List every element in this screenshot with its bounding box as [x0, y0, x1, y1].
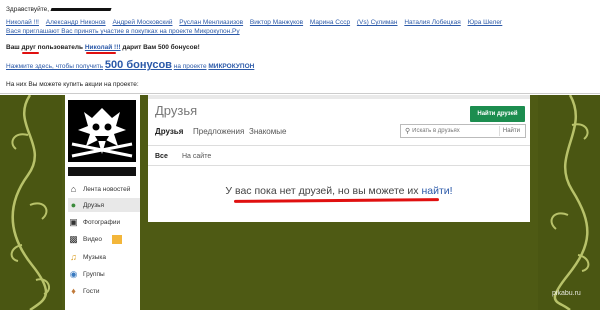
left-sidebar: ⌂ Лента новостей ● Друзья ▣ Фотографии ▩… [65, 95, 140, 310]
friend-link[interactable]: Руслан Менлиазизов [179, 19, 243, 26]
vine-icon [550, 95, 590, 310]
friend-link[interactable]: Андрей Московский [112, 19, 172, 26]
menu-item-music[interactable]: ♫ Музыка [68, 250, 140, 264]
menu-item-label: Фотографии [83, 218, 121, 226]
menu-item-label: Лента новостей [83, 185, 131, 193]
menu-item-feed[interactable]: ⌂ Лента новостей [68, 182, 140, 196]
friend-link[interactable]: Марина Ссср [310, 19, 350, 26]
house-icon: ⌂ [70, 184, 77, 194]
menu-item-video[interactable]: ▩ Видео [68, 232, 140, 246]
invite-line: Вася приглашают Вас принять участие в по… [6, 27, 240, 36]
bonus-line: Нажмите здесь, чтобы получить 500 бонусо… [6, 59, 254, 73]
watermark: pikabu.ru [552, 290, 581, 297]
film-icon: ▩ [69, 233, 78, 244]
divider [148, 145, 530, 146]
bonus-project-link[interactable]: МИКРОКУПОН [208, 63, 254, 70]
red-underline-name [86, 52, 116, 54]
divider [148, 165, 530, 166]
skull-avatar-icon [68, 100, 136, 162]
find-friends-button[interactable]: Найти друзей [470, 106, 525, 122]
menu-item-label: Группы [83, 270, 105, 278]
friend-link[interactable]: (Vs) Сулиман [357, 19, 398, 26]
social-site: ⌂ Лента новостей ● Друзья ▣ Фотографии ▩… [0, 95, 600, 310]
vine-icon [10, 95, 51, 310]
friend-link[interactable]: Виктор Манжуков [250, 19, 303, 26]
menu-item-label: Музыка [83, 253, 106, 261]
email-panel: Здравствуйте, Николай !!! Александр Нико… [0, 0, 600, 94]
empty-state-text: У вас пока нет друзей, но вы можете их [225, 185, 422, 197]
redacted-username [68, 167, 136, 176]
group-icon: ◉ [69, 268, 78, 279]
red-underline-message [233, 198, 440, 203]
menu-item-label: Друзья [83, 201, 105, 209]
search-button[interactable]: Найти [498, 126, 523, 136]
friend-link[interactable]: Александр Никонов [46, 19, 106, 26]
vine-decoration-left [0, 95, 62, 310]
people-icon: ● [70, 200, 77, 210]
friend-link[interactable]: Наталия Лобецкая [404, 19, 460, 26]
page-title: Друзья [155, 103, 198, 118]
friend-link[interactable]: Николай !!! [6, 19, 39, 26]
tab-friends[interactable]: Друзья [155, 127, 183, 136]
music-icon: ♫ [70, 252, 77, 262]
friends-list-line: Николай !!! Александр Никонов Андрей Мос… [6, 18, 507, 27]
gift-line: Ваш друг пользователь Николай !!! дарит … [6, 43, 200, 52]
menu-item-friends[interactable]: ● Друзья [68, 198, 140, 212]
search-input[interactable] [412, 128, 495, 134]
menu-item-photos[interactable]: ▣ Фотографии [68, 215, 140, 229]
friends-search[interactable]: ⚲ Найти [400, 124, 526, 138]
camera-icon: ▣ [69, 216, 78, 227]
top-strip [148, 95, 530, 99]
red-underline-drug [22, 52, 39, 54]
question-line: На них Вы можете купить акции на проекте… [6, 81, 139, 88]
tv-icon [112, 234, 122, 244]
menu-item-guests[interactable]: ♦ Гости [68, 284, 140, 298]
bonus-project-prefix[interactable]: на проекте [174, 63, 207, 70]
invite-link[interactable]: Вася приглашают Вас принять участие в по… [6, 28, 240, 35]
search-icon: ⚲ [405, 128, 411, 135]
avatar[interactable] [68, 100, 136, 162]
find-link[interactable]: найти! [421, 185, 452, 197]
subtab-all[interactable]: Все [155, 153, 168, 160]
bonus-amount-link[interactable]: 500 бонусов [105, 59, 172, 71]
gift-suffix: дарит Вам 500 бонусов! [122, 44, 200, 51]
bonus-link[interactable]: Нажмите здесь, чтобы получить [6, 63, 103, 70]
email-greeting: Здравствуйте, [6, 5, 112, 14]
friend-link[interactable]: Юра Шелег [468, 19, 503, 26]
menu-item-label: Видео [83, 235, 102, 243]
gift-user-link[interactable]: Николай !!! [85, 44, 121, 51]
tab-acquaintances[interactable]: Знакомые [249, 127, 286, 136]
greeting-text: Здравствуйте, [6, 6, 50, 13]
vine-decoration-right [538, 95, 600, 310]
gift-prefix: Ваш друг пользователь [6, 44, 84, 51]
friends-panel: Друзья Найти друзей Друзья Предложения З… [148, 95, 530, 222]
menu-item-label: Гости [83, 287, 100, 295]
menu-item-groups[interactable]: ◉ Группы [68, 267, 140, 281]
tab-suggestions[interactable]: Предложения [193, 127, 244, 136]
empty-state-message: У вас пока нет друзей, но вы можете их н… [148, 185, 530, 197]
subtab-online[interactable]: На сайте [182, 153, 211, 160]
redacted-name [50, 7, 112, 11]
guests-icon: ♦ [71, 286, 76, 296]
